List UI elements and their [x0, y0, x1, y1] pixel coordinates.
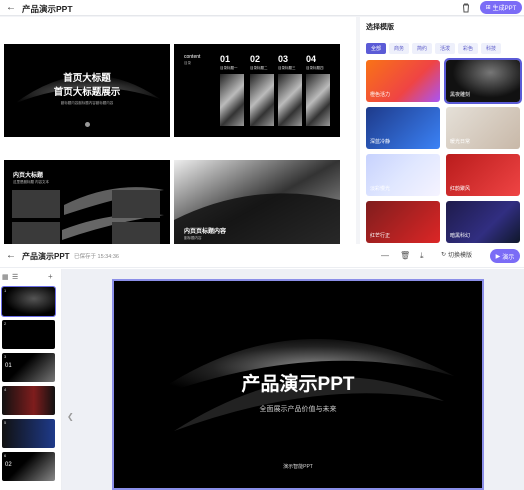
- template-panel-title: 选择模版: [366, 24, 394, 31]
- saved-status: 已保存于 15:34:36: [74, 254, 119, 260]
- list-view-icon[interactable]: ☰: [12, 273, 18, 281]
- contents-label: 目录标题四: [306, 66, 324, 70]
- switch-template-button[interactable]: ↻ 切换模版: [441, 250, 472, 259]
- editor-header: ← 产品演示PPT 已保存于 15:34:36 — 🗑 ⤓ ↻ 切换模版 ▶ 演…: [0, 244, 524, 268]
- template-card[interactable]: 暖光日常: [446, 107, 520, 149]
- filter-business[interactable]: 商务: [389, 43, 409, 54]
- trash-icon[interactable]: 🗑: [400, 251, 410, 260]
- minus-icon[interactable]: —: [381, 251, 389, 260]
- preview-slide-contents[interactable]: content 目录 01 02 03 04 目录标题一 目录标题二 目录标题三…: [174, 44, 340, 137]
- cover-subtitle: 副标题内容副标题内容副标题内容: [60, 101, 114, 105]
- slide-thumbnail[interactable]: 1: [1, 286, 56, 317]
- template-card[interactable]: 红芒行正: [366, 201, 440, 243]
- template-panel: 选择模版 全部 商务 简约 活泼 彩色 科技 橙色活力 黑夜雕刻 深蓝冷静 暖光…: [360, 17, 524, 244]
- contents-title: content: [184, 54, 201, 60]
- slide-thumbnail[interactable]: 5: [2, 419, 55, 448]
- contents-label: 目录标题一: [220, 66, 238, 70]
- download-icon[interactable]: ⤓: [420, 251, 424, 261]
- top-header: ← 产品演示PPT ⊞ 生成PPT: [0, 0, 524, 16]
- contents-num: 04: [306, 54, 317, 64]
- contents-image: [250, 74, 274, 126]
- contents-label: 目录标题二: [250, 66, 268, 70]
- slide-thumbnail-sidebar: ▦ ☰ + 1 2 3 01 4 5 6 02: [0, 269, 62, 490]
- collapse-sidebar-icon[interactable]: ❮: [67, 412, 74, 421]
- trash-icon[interactable]: [460, 2, 472, 14]
- generate-icon: ⊞: [485, 5, 491, 11]
- template-filters: 全部 商务 简约 活泼 彩色 科技: [366, 43, 501, 54]
- slide-canvas[interactable]: 产品演示PPT 全面展示产品价值与未来 演示智能PPT: [112, 279, 484, 490]
- template-card[interactable]: 暗黑科幻: [446, 201, 520, 243]
- slide-thumbnail[interactable]: 6 02: [2, 452, 55, 481]
- slide-subtitle[interactable]: 全面展示产品价值与未来: [114, 404, 482, 414]
- play-icon: ▶: [495, 253, 501, 260]
- template-card[interactable]: 淡彩慢光: [366, 154, 440, 196]
- filter-simple[interactable]: 简约: [412, 43, 432, 54]
- page-title: 产品演示PPT: [22, 4, 73, 14]
- sidebar-toolbar: ▦ ☰ +: [2, 272, 58, 283]
- template-card[interactable]: 红韵聚风: [446, 154, 520, 196]
- editor-view: ← 产品演示PPT 已保存于 15:34:36 — 🗑 ⤓ ↻ 切换模版 ▶ 演…: [0, 244, 524, 490]
- slide-footer[interactable]: 演示智能PPT: [114, 463, 482, 470]
- slide-thumbnail[interactable]: 2: [2, 320, 55, 349]
- contents-num: 02: [250, 54, 261, 64]
- slide-main-title[interactable]: 产品演示PPT: [114, 369, 482, 396]
- generate-ppt-button[interactable]: ⊞ 生成PPT: [480, 1, 522, 14]
- template-card[interactable]: 深蓝冷静: [366, 107, 440, 149]
- preview-slide-cover[interactable]: 首页大标题 首页大标题展示 副标题内容副标题内容副标题内容: [4, 44, 170, 137]
- inner-panel: [12, 190, 60, 218]
- contents-num: 03: [278, 54, 289, 64]
- cover-title-2: 首页大标题展示: [53, 87, 121, 98]
- inner-panel: [112, 190, 160, 218]
- filter-tech[interactable]: 科技: [481, 43, 501, 54]
- contents-image: [306, 74, 330, 126]
- template-card[interactable]: 橙色活力: [366, 60, 440, 102]
- slide-thumbnail[interactable]: 4: [2, 386, 55, 415]
- filter-all[interactable]: 全部: [366, 43, 386, 54]
- template-selection-view: ← 产品演示PPT ⊞ 生成PPT 首页大标题 首页大标题展示 副标题内容副标题…: [0, 0, 524, 253]
- preview-slide-section[interactable]: 内页页标题内容 副标题内容: [174, 160, 340, 253]
- filter-color[interactable]: 彩色: [458, 43, 478, 54]
- slide-editor-stage: ❮ 产品演示PPT 全面展示产品价值与未来 演示智能PPT: [62, 269, 524, 490]
- editor-title: 产品演示PPT: [22, 252, 70, 261]
- add-slide-icon[interactable]: +: [48, 272, 53, 281]
- section-title: 内页页标题内容: [184, 229, 227, 235]
- contents-image: [220, 74, 244, 126]
- refresh-icon: ↻: [441, 252, 447, 258]
- template-card-selected[interactable]: 黑夜雕刻: [444, 58, 522, 104]
- filter-lively[interactable]: 活泼: [435, 43, 455, 54]
- slides-preview-area: 首页大标题 首页大标题展示 副标题内容副标题内容副标题内容 content 目录…: [0, 17, 356, 253]
- contents-num: 01: [220, 54, 231, 64]
- contents-subtitle: 目录: [184, 61, 191, 65]
- play-button[interactable]: ▶ 演示: [490, 249, 520, 263]
- cover-title-1: 首页大标题: [63, 73, 111, 84]
- back-arrow-icon[interactable]: ←: [6, 250, 16, 261]
- preview-slide-inner[interactable]: 内页大标题 这里是副标题 内容文本: [4, 160, 170, 253]
- logo-dot: [85, 122, 90, 127]
- contents-label: 目录标题三: [278, 66, 296, 70]
- section-subtitle: 副标题内容: [184, 236, 202, 240]
- slide-thumbnail[interactable]: 3 01: [2, 353, 55, 382]
- back-arrow-icon[interactable]: ←: [6, 2, 16, 13]
- contents-image: [278, 74, 302, 126]
- grid-view-icon[interactable]: ▦: [2, 273, 9, 281]
